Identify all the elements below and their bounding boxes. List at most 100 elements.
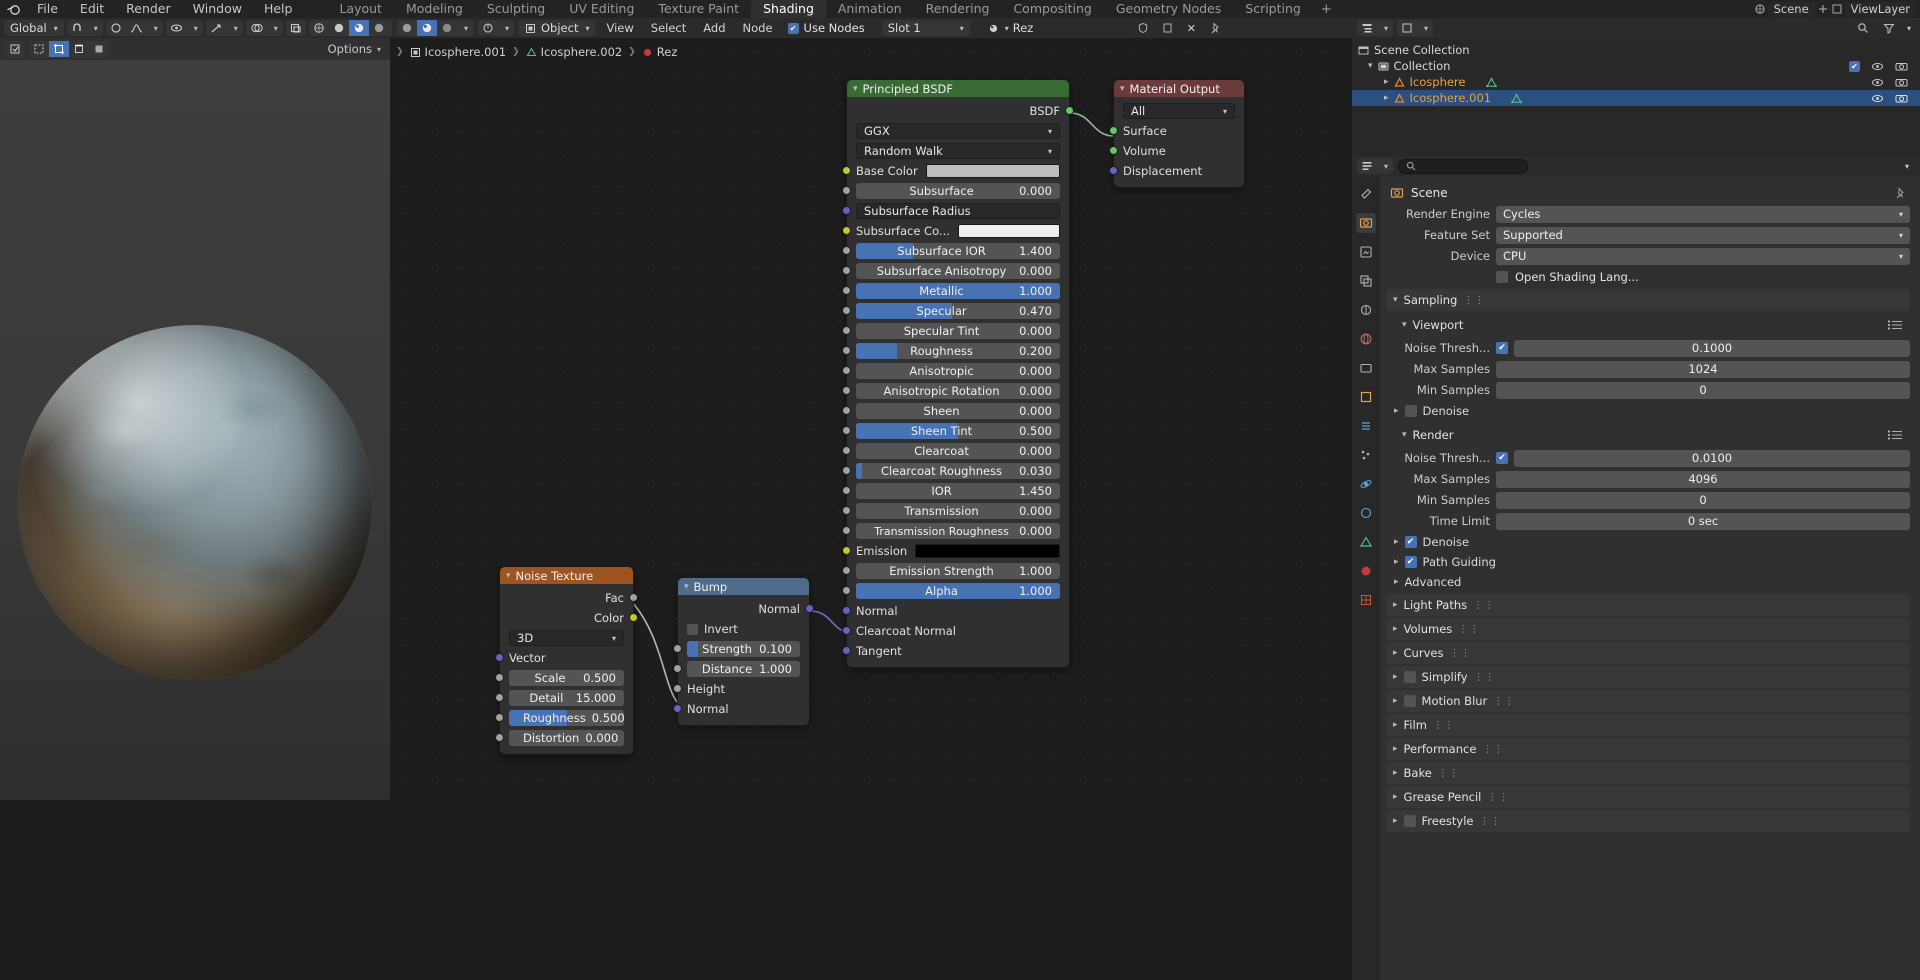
workspace-tab-texture-paint[interactable]: Texture Paint xyxy=(646,0,751,18)
simplify-expand-icon[interactable]: ▸ xyxy=(1393,672,1398,682)
prop-path-guiding[interactable]: ▸ ✔ Path Guiding xyxy=(1386,552,1910,572)
socket-noise-detail[interactable] xyxy=(495,693,504,702)
render-noise-threshold-field[interactable]: 0.0100 xyxy=(1514,450,1910,467)
row-subsurface-ior[interactable]: Subsurface IOR 1.400 xyxy=(847,241,1069,261)
row-noise-scale[interactable]: Scale 0.500 xyxy=(500,668,633,688)
field-clearcoat-roughness[interactable]: Clearcoat Roughness 0.030 xyxy=(856,463,1060,479)
viewport-max-samples-field[interactable]: 1024 xyxy=(1496,361,1910,378)
socket-bump-strength[interactable] xyxy=(673,644,682,653)
rendered-shading-icon[interactable] xyxy=(369,20,389,36)
shader-editor-type-icon[interactable] xyxy=(478,20,498,36)
expand-triangle-icon-obj0[interactable]: ▸ xyxy=(1384,77,1389,87)
pin-icon[interactable] xyxy=(1205,20,1225,36)
motion-blur-grip-icon[interactable]: ⋮⋮ xyxy=(1493,696,1515,707)
shader-editor-type-arrow[interactable]: ▾ xyxy=(498,20,514,36)
node-principled-bsdf[interactable]: ▾ Principled BSDF BSDF GGX ▾ Random Walk xyxy=(847,80,1069,667)
prop-render-noise-threshold[interactable]: Noise Thresh... ✔ 0.0100 xyxy=(1386,448,1910,468)
socket-transmission-roughness[interactable] xyxy=(842,526,851,535)
field-subsurface-ior[interactable]: Subsurface IOR 1.400 xyxy=(856,243,1060,259)
breadcrumb-item-material[interactable]: Rez xyxy=(639,45,681,59)
breadcrumb-item-mesh[interactable]: Icosphere.002 xyxy=(523,45,626,59)
outliner-filter-icon[interactable] xyxy=(1879,20,1899,36)
collapse-chevron-icon[interactable]: ▾ xyxy=(853,84,858,94)
outliner-filter-arrow-icon[interactable]: ▾ xyxy=(1907,24,1911,33)
socket-specular[interactable] xyxy=(842,306,851,315)
field-bump-distance[interactable]: Distance 1.000 xyxy=(687,661,800,677)
grease-pencil-expand-icon[interactable]: ▸ xyxy=(1393,792,1398,802)
node-noise-texture[interactable]: ▾ Noise Texture Fac Color 3D ▾ xyxy=(500,567,633,754)
motion-blur-checkbox-icon[interactable] xyxy=(1404,695,1416,707)
prop-device[interactable]: Device CPU ▾ xyxy=(1386,246,1910,266)
tab-view-layer[interactable] xyxy=(1356,271,1376,291)
node-output-bsdf[interactable]: BSDF xyxy=(847,101,1069,121)
row-clearcoat-roughness[interactable]: Clearcoat Roughness 0.030 xyxy=(847,461,1069,481)
node-menu-node[interactable]: Node xyxy=(737,21,779,35)
row-volume[interactable]: Volume xyxy=(1114,141,1244,161)
tab-modifiers[interactable] xyxy=(1356,416,1376,436)
prop-osl[interactable]: Open Shading Lang... xyxy=(1386,267,1910,287)
row-base-color[interactable]: Base Color xyxy=(847,161,1069,181)
snap-magnet-icon[interactable] xyxy=(67,20,87,36)
shader-type-select[interactable]: Object ▾ xyxy=(519,20,595,36)
prop-viewport-max-samples[interactable]: Max Samples 1024 xyxy=(1386,359,1910,379)
node-header-bump[interactable]: ▾ Bump xyxy=(678,578,809,595)
row-ior[interactable]: IOR 1.450 xyxy=(847,481,1069,501)
row-subsurface[interactable]: Subsurface 0.000 xyxy=(847,181,1069,201)
outliner-row-icosphere-001[interactable]: ▸ Icosphere.001 xyxy=(1352,90,1920,106)
prop-render-denoise[interactable]: ▸ ✔ Denoise xyxy=(1386,532,1910,552)
bake-grip-icon[interactable]: ⋮⋮ xyxy=(1438,768,1460,779)
material-shield-icon[interactable] xyxy=(1133,20,1153,36)
workspace-tab-geometry-nodes[interactable]: Geometry Nodes xyxy=(1104,0,1233,18)
node-bump[interactable]: ▾ Bump Normal Invert xyxy=(678,578,809,725)
panel-render-sampling[interactable]: ▾ Render xyxy=(1386,424,1910,446)
row-surface[interactable]: Surface xyxy=(1114,121,1244,141)
viewport-preset-icon[interactable] xyxy=(1887,319,1903,331)
snap-dropdown-arrow[interactable]: ▾ xyxy=(87,20,103,36)
outliner-editor-icon[interactable] xyxy=(1357,20,1377,36)
tab-scene[interactable] xyxy=(1356,300,1376,320)
viewport-min-samples-field[interactable]: 0 xyxy=(1496,382,1910,399)
properties-editor-icon[interactable] xyxy=(1357,158,1377,174)
proportional-edit-icon[interactable] xyxy=(106,20,126,36)
properties-pin-icon[interactable] xyxy=(1894,187,1910,199)
panel-sampling[interactable]: ▾ Sampling ⋮⋮ xyxy=(1386,289,1910,311)
material-slot-select[interactable]: Slot 1 ▾ xyxy=(882,20,970,36)
field-alpha[interactable]: Alpha 1.000 xyxy=(856,583,1060,599)
prop-render-min-samples[interactable]: Min Samples 0 xyxy=(1386,490,1910,510)
socket-noise-roughness[interactable] xyxy=(495,713,504,722)
row-transmission[interactable]: Transmission 0.000 xyxy=(847,501,1069,521)
grease-pencil-grip-icon[interactable]: ⋮⋮ xyxy=(1487,792,1509,803)
select-face-icon[interactable] xyxy=(89,41,109,57)
scene-browse-icon[interactable] xyxy=(1754,3,1766,15)
output-target-select[interactable]: All ▾ xyxy=(1123,103,1235,119)
row-anisotropic[interactable]: Anisotropic 0.000 xyxy=(847,361,1069,381)
socket-transmission[interactable] xyxy=(842,506,851,515)
render-noise-threshold-checkbox-icon[interactable]: ✔ xyxy=(1496,452,1508,464)
render-max-samples-field[interactable]: 4096 xyxy=(1496,471,1910,488)
use-nodes-toggle[interactable]: ✔ Use Nodes xyxy=(788,21,865,35)
socket-clearcoat-normal[interactable] xyxy=(842,626,851,635)
sampling-expand-icon[interactable]: ▾ xyxy=(1393,295,1398,305)
field-noise-distortion[interactable]: Distortion 0.000 xyxy=(509,730,624,746)
menu-render[interactable]: Render xyxy=(115,0,182,18)
prop-viewport-noise-threshold[interactable]: Noise Thresh... ✔ 0.1000 xyxy=(1386,338,1910,358)
emission-color-swatch[interactable] xyxy=(915,544,1060,558)
viewport-noise-threshold-field[interactable]: 0.1000 xyxy=(1514,340,1910,357)
menu-window[interactable]: Window xyxy=(182,0,253,18)
socket-emission[interactable] xyxy=(842,546,851,555)
field-anisotropic-rotation[interactable]: Anisotropic Rotation 0.000 xyxy=(856,383,1060,399)
tab-world[interactable] xyxy=(1356,329,1376,349)
collapse-chevron-icon[interactable]: ▾ xyxy=(1120,84,1125,94)
gizmo-icon[interactable] xyxy=(206,20,227,36)
outliner-row-collection[interactable]: ▾ Collection ✔ xyxy=(1352,58,1920,74)
viewport-denoise-checkbox-icon[interactable] xyxy=(1405,405,1417,417)
workspace-tab-modeling[interactable]: Modeling xyxy=(394,0,475,18)
visibility-dropdown-arrow[interactable]: ▾ xyxy=(187,20,203,36)
row-clearcoat[interactable]: Clearcoat 0.000 xyxy=(847,441,1069,461)
select-vertex-icon[interactable] xyxy=(49,41,69,57)
workspace-tab-uv-editing[interactable]: UV Editing xyxy=(557,0,646,18)
curves-expand-icon[interactable]: ▸ xyxy=(1393,648,1398,658)
row-subsurface-color[interactable]: Subsurface Co... xyxy=(847,221,1069,241)
shader-rendered-icon[interactable] xyxy=(437,20,457,36)
unlink-material-icon[interactable]: ✕ xyxy=(1183,20,1200,36)
